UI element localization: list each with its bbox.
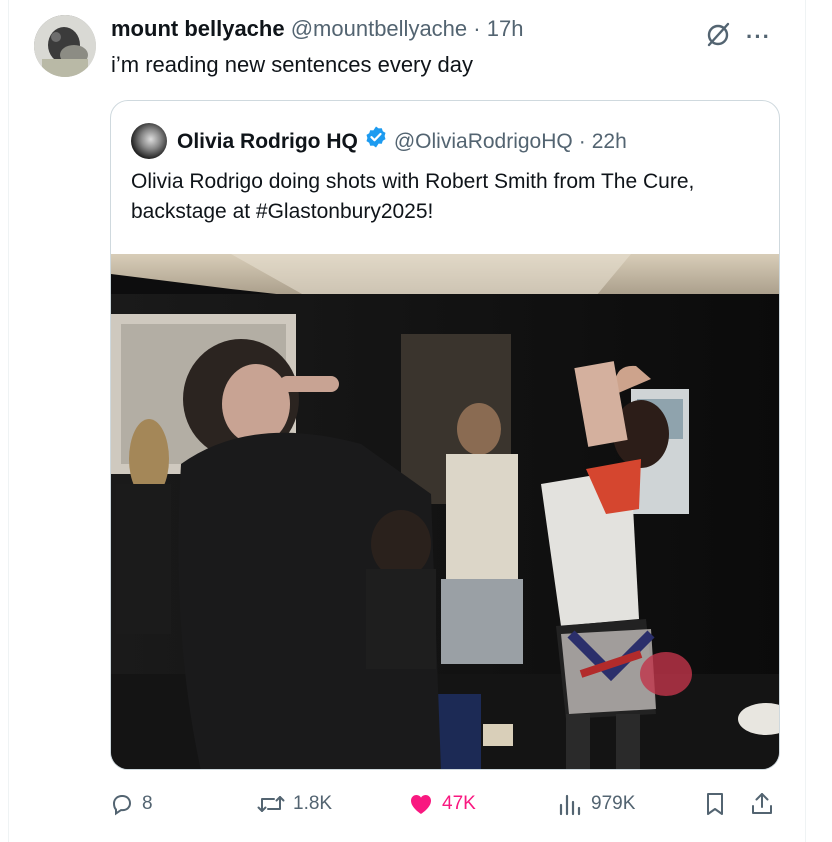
repost-button[interactable]: 1.8K [257, 788, 332, 820]
reply-icon [110, 792, 134, 816]
repost-count: 1.8K [293, 793, 333, 814]
author-name[interactable]: mount bellyache [111, 16, 285, 41]
quote-photo[interactable] [111, 254, 780, 770]
quote-time-separator: · [578, 129, 586, 153]
quote-author-avatar[interactable] [131, 123, 167, 159]
tweet-header: mount bellyache @mountbellyache · 17h [111, 14, 523, 44]
reply-button[interactable]: 8 [110, 788, 153, 820]
analytics-icon [557, 792, 583, 816]
heart-icon [408, 792, 434, 816]
like-button[interactable]: 47K [408, 788, 476, 820]
reply-count: 8 [142, 793, 153, 814]
quoted-tweet[interactable]: Olivia Rodrigo HQ @OliviaRodrigoHQ · 22h… [110, 100, 780, 770]
share-icon [750, 791, 774, 817]
quote-author-name[interactable]: Olivia Rodrigo HQ [177, 127, 358, 157]
views-count: 979K [591, 793, 636, 814]
repost-icon [257, 792, 285, 816]
bookmark-button[interactable] [703, 788, 727, 820]
author-handle[interactable]: @mountbellyache [291, 16, 467, 41]
quote-author-handle[interactable]: @OliviaRodrigoHQ [394, 127, 573, 157]
tweet-top-icons: ··· [704, 20, 771, 53]
verified-badge-icon [364, 125, 388, 158]
like-count: 47K [442, 793, 476, 814]
author-avatar[interactable] [34, 15, 96, 77]
time-separator: · [473, 16, 481, 41]
grok-icon[interactable] [704, 20, 732, 53]
bookmark-icon [703, 791, 727, 817]
tweet-time[interactable]: 17h [487, 16, 524, 41]
share-button[interactable] [750, 788, 774, 820]
more-options-icon[interactable]: ··· [746, 24, 771, 50]
quote-text: Olivia Rodrigo doing shots with Robert S… [131, 170, 695, 223]
quote-time[interactable]: 22h [592, 127, 627, 157]
views-button[interactable]: 979K [557, 788, 635, 820]
tweet-text: i’m reading new sentences every day [111, 52, 473, 77]
tweet-actions: 8 1.8K 47K 979K [110, 788, 782, 820]
quote-header: Olivia Rodrigo HQ @OliviaRodrigoHQ · 22h [177, 125, 627, 158]
